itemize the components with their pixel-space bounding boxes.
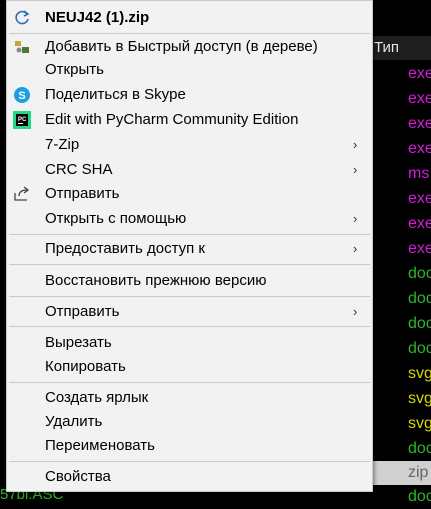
menu-item-label: Edit with PyCharm Community Edition — [45, 111, 299, 128]
menu-item-properties[interactable]: Свойства — [7, 464, 372, 489]
svg-text:PC: PC — [18, 117, 27, 123]
menu-item-cut[interactable]: Вырезать — [7, 330, 372, 355]
menu-separator — [9, 234, 370, 235]
file-type-cell[interactable]: docx — [372, 485, 431, 509]
file-type-cell[interactable]: docx — [372, 262, 431, 286]
file-type-cell[interactable]: docx — [372, 437, 431, 461]
menu-item-label: Восстановить прежнюю версию — [45, 272, 267, 289]
menu-item-label: 7-Zip — [45, 136, 80, 153]
share-icon — [12, 184, 32, 204]
menu-item-delete[interactable]: Удалить — [7, 409, 372, 434]
menu-item-label: Свойства — [45, 468, 111, 485]
file-type-cell[interactable]: docx — [372, 287, 431, 311]
file-type-cell[interactable]: exe — [372, 212, 431, 236]
menu-item-give-access[interactable]: Предоставить доступ к › — [7, 236, 372, 261]
submenu-arrow-icon: › — [353, 137, 358, 152]
menu-item-open[interactable]: Открыть — [7, 57, 372, 82]
menu-item-label: Удалить — [45, 413, 103, 430]
menu-item-create-shortcut[interactable]: Создать ярлык — [7, 385, 372, 410]
skype-icon: S — [12, 85, 32, 105]
menu-item-label: Отправить — [45, 185, 120, 202]
svg-text:S: S — [18, 90, 25, 102]
menu-title-item[interactable]: NEUJ42 (1).zip — [7, 5, 372, 30]
menu-item-crc-sha[interactable]: CRC SHA › — [7, 157, 372, 182]
submenu-arrow-icon: › — [353, 241, 358, 256]
menu-item-share-skype[interactable]: S Поделиться в Skype — [7, 82, 372, 107]
submenu-arrow-icon: › — [353, 162, 358, 177]
menu-item-share[interactable]: Отправить — [7, 181, 372, 206]
file-type-cell[interactable]: svg — [372, 362, 431, 386]
menu-item-open-with[interactable]: Открыть с помощью › — [7, 206, 372, 231]
file-type-cell[interactable]: svg — [372, 387, 431, 411]
menu-item-send-to[interactable]: Отправить › — [7, 299, 372, 324]
menu-item-rename[interactable]: Переименовать — [7, 433, 372, 458]
menu-separator — [9, 264, 370, 265]
pycharm-icon: PC — [12, 110, 32, 130]
file-type-cell[interactable]: exe — [372, 137, 431, 161]
menu-item-label: Копировать — [45, 358, 126, 375]
menu-title: NEUJ42 (1).zip — [45, 9, 150, 26]
file-type-cell[interactable]: exe — [372, 187, 431, 211]
file-type-cell[interactable]: exe — [372, 87, 431, 111]
refresh-icon — [12, 8, 32, 28]
menu-separator — [9, 461, 370, 462]
menu-item-7zip[interactable]: 7-Zip › — [7, 132, 372, 157]
quick-access-icon — [12, 37, 32, 57]
menu-item-label: Вырезать — [45, 334, 112, 351]
menu-item-label: Открыть — [45, 61, 104, 78]
file-type-cell[interactable]: svg — [372, 412, 431, 436]
menu-item-label: Отправить — [45, 303, 120, 320]
file-type-cell[interactable]: exe — [372, 237, 431, 261]
column-header-type[interactable]: Тип — [372, 36, 431, 60]
menu-item-label: Поделиться в Skype — [45, 86, 186, 103]
menu-item-copy[interactable]: Копировать — [7, 354, 372, 379]
menu-separator — [9, 296, 370, 297]
menu-item-restore-version[interactable]: Восстановить прежнюю версию — [7, 268, 372, 293]
menu-item-pycharm[interactable]: PC Edit with PyCharm Community Edition — [7, 107, 372, 132]
file-type-cell[interactable]: ms — [372, 162, 431, 186]
menu-item-add-quick-access[interactable]: Добавить в Быстрый доступ (в дереве) — [7, 34, 372, 59]
menu-item-label: CRC SHA — [45, 161, 113, 178]
submenu-arrow-icon: › — [353, 304, 358, 319]
menu-separator — [9, 382, 370, 383]
file-type-cell[interactable]: docx — [372, 312, 431, 336]
menu-item-label: Предоставить доступ к — [45, 240, 205, 257]
menu-separator — [9, 326, 370, 327]
menu-item-label: Переименовать — [45, 437, 155, 454]
menu-item-label: Открыть с помощью — [45, 210, 187, 227]
menu-item-label: Создать ярлык — [45, 389, 149, 406]
file-type-cell-selected[interactable]: zip — [372, 461, 431, 485]
file-type-cell[interactable]: exe — [372, 112, 431, 136]
file-type-cell[interactable]: exe — [372, 62, 431, 86]
menu-item-label: Добавить в Быстрый доступ (в дереве) — [45, 38, 318, 55]
context-menu: NEUJ42 (1).zip Добавить в Быстрый доступ… — [6, 0, 373, 492]
submenu-arrow-icon: › — [353, 211, 358, 226]
